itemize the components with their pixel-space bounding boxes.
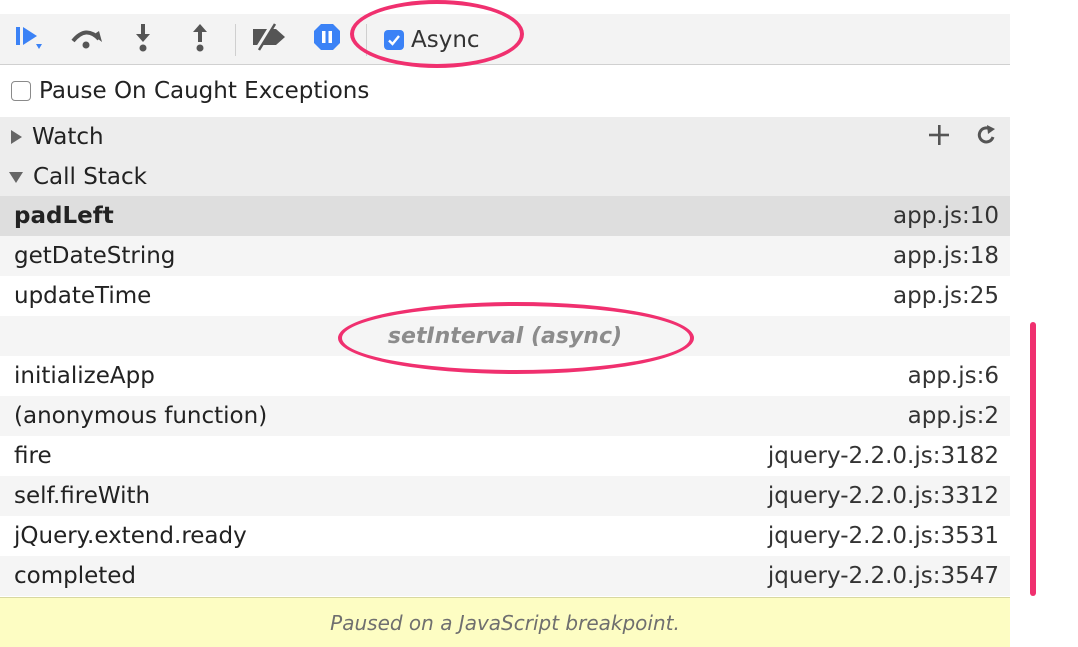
pause-on-caught-exceptions-row[interactable]: Pause On Caught Exceptions [0,65,1010,118]
call-frame[interactable]: fire jquery-2.2.0.js:3182 [0,436,1010,476]
watch-title: Watch [32,124,104,150]
async-highlight-oval [350,0,524,68]
step-over-button[interactable] [69,23,103,55]
collapse-triangle-icon[interactable] [9,171,23,183]
pause-on-exceptions-button[interactable] [310,23,344,55]
paused-status-message: Paused on a JavaScript breakpoint. [0,597,1010,647]
call-stack-title: Call Stack [33,164,147,190]
plus-icon[interactable] [928,124,950,150]
call-frame[interactable]: padLeft app.js:10 [0,196,1010,236]
pause-on-exceptions-icon [312,22,342,56]
step-out-icon [188,22,212,56]
call-frame[interactable]: self.fireWith jquery-2.2.0.js:3312 [0,476,1010,516]
pause-on-caught-label: Pause On Caught Exceptions [39,78,370,104]
resume-button[interactable] [12,23,46,55]
deactivate-breakpoints-icon [250,22,288,55]
call-stack-list: padLeft app.js:10 getDateString app.js:1… [0,196,1010,596]
call-frame[interactable]: (anonymous function) app.js:2 [0,396,1010,436]
step-out-button[interactable] [183,23,217,55]
pause-on-caught-checkbox[interactable] [11,81,31,101]
call-stack-section-header[interactable]: Call Stack [0,157,1010,197]
step-into-icon [131,22,155,56]
step-over-icon [69,23,103,55]
deactivate-breakpoints-button[interactable] [250,22,288,55]
async-frames-highlight-bar [1030,322,1036,596]
async-separator-highlight-oval [338,302,694,374]
watch-section-header[interactable]: Watch [0,117,1010,158]
refresh-icon[interactable] [976,124,998,150]
step-into-button[interactable] [126,23,160,55]
resume-icon [13,23,45,55]
expand-triangle-icon[interactable] [11,130,22,144]
call-frame[interactable]: jQuery.extend.ready jquery-2.2.0.js:3531 [0,516,1010,556]
call-frame[interactable]: completed jquery-2.2.0.js:3547 [0,556,1010,596]
call-frame[interactable]: getDateString app.js:18 [0,236,1010,276]
toolbar-separator [235,24,236,56]
